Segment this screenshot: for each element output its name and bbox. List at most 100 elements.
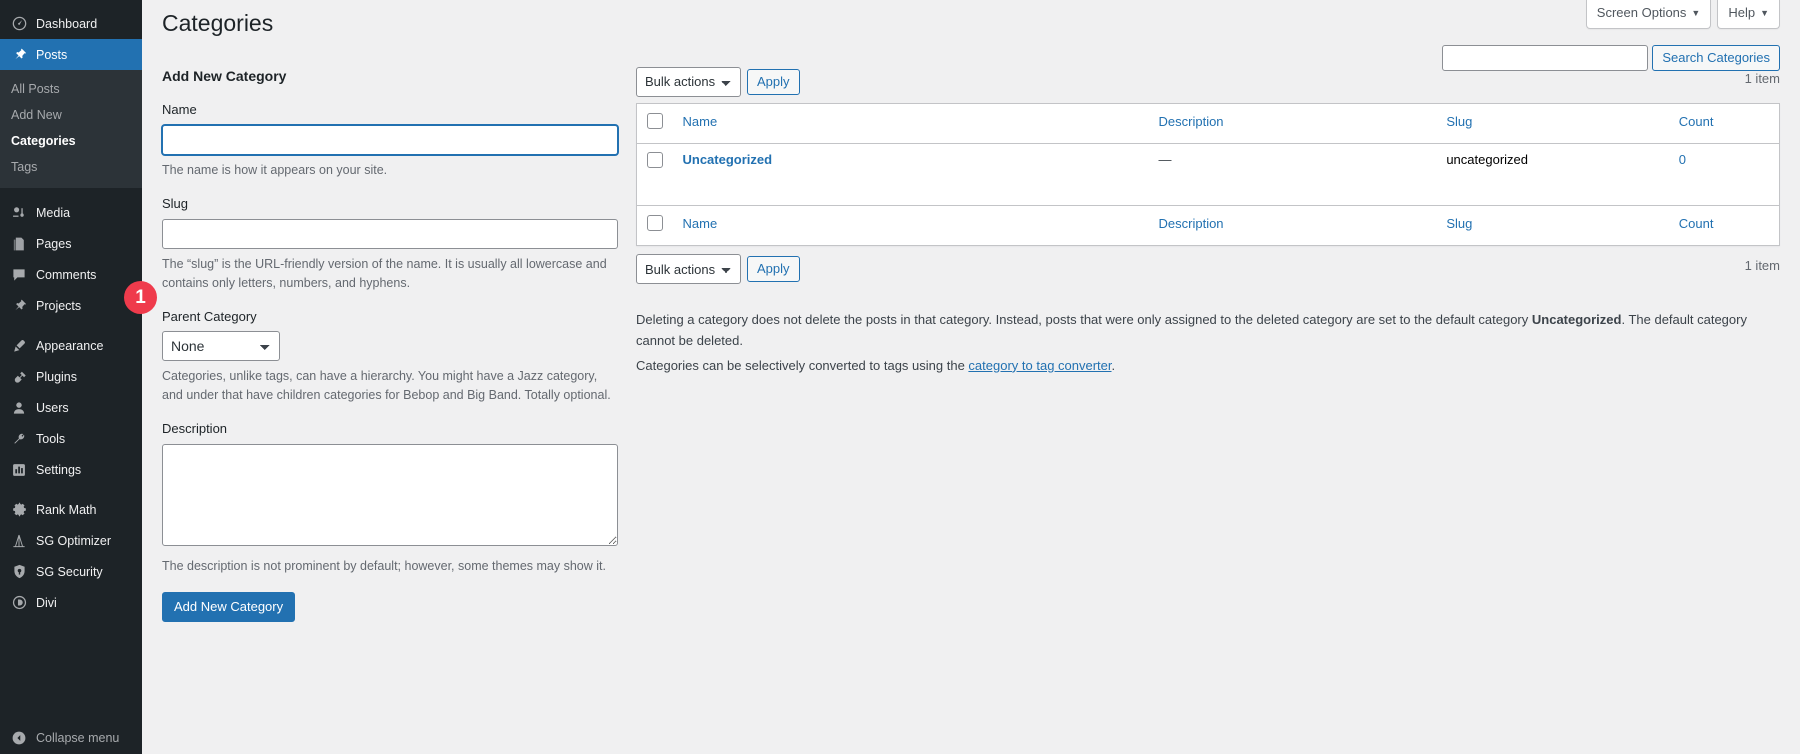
screen-options-button[interactable]: Screen Options▼: [1586, 0, 1712, 29]
row-description-cell: —: [1149, 144, 1437, 206]
sidebar-item-label: Rank Math: [36, 503, 96, 517]
sidebar-item-pages[interactable]: Pages: [0, 228, 142, 259]
admin-sidebar: Dashboard Posts All Posts Add New Catego…: [0, 0, 142, 754]
shield-gear-icon: [9, 562, 29, 582]
category-to-tag-converter-link[interactable]: category to tag converter: [968, 358, 1111, 373]
chevron-down-icon: ▼: [1760, 8, 1769, 18]
column-header-count[interactable]: Count: [1669, 103, 1780, 143]
sidebar-item-sg-security[interactable]: SG Security: [0, 556, 142, 587]
dashboard-icon: [9, 14, 29, 34]
select-all-footer: [637, 206, 673, 246]
sidebar-item-rank-math[interactable]: Rank Math: [0, 494, 142, 525]
sidebar-item-tools[interactable]: Tools: [0, 423, 142, 454]
category-name-link[interactable]: Uncategorized: [683, 152, 773, 167]
description-field-group: Description The description is not promi…: [162, 421, 618, 576]
sidebar-item-comments[interactable]: Comments: [0, 259, 142, 290]
sidebar-item-label: SG Optimizer: [36, 534, 111, 548]
column-header-slug[interactable]: Slug: [1436, 103, 1668, 143]
form-heading: Add New Category: [162, 67, 618, 87]
apply-button-bottom[interactable]: Apply: [747, 256, 800, 282]
sidebar-item-sg-optimizer[interactable]: SG Optimizer: [0, 525, 142, 556]
add-new-category-submit-button[interactable]: Add New Category: [162, 592, 295, 622]
collapse-menu-button[interactable]: Collapse menu: [0, 728, 142, 748]
menu-separator: [0, 188, 142, 197]
sidebar-subitem-all-posts[interactable]: All Posts: [0, 76, 142, 102]
sidebar-item-label: Projects: [36, 299, 81, 313]
slug-input[interactable]: [162, 219, 618, 249]
table-row: Uncategorized — uncategorized 0: [637, 144, 1780, 206]
select-all-checkbox[interactable]: [647, 113, 663, 129]
bulk-actions-select-top[interactable]: Bulk actions: [636, 67, 741, 97]
row-checkbox[interactable]: [647, 152, 663, 168]
apply-button-top[interactable]: Apply: [747, 69, 800, 95]
delete-category-note: Deleting a category does not delete the …: [636, 310, 1780, 352]
help-button[interactable]: Help▼: [1717, 0, 1780, 29]
sidebar-item-appearance[interactable]: Appearance: [0, 330, 142, 361]
delete-note-part1: Deleting a category does not delete the …: [636, 312, 1532, 327]
sidebar-item-posts[interactable]: Posts: [0, 39, 142, 70]
column-header-description[interactable]: Description: [1149, 103, 1437, 143]
select-all-checkbox-footer[interactable]: [647, 215, 663, 231]
table-foot: Name Description Slug Count: [637, 206, 1780, 246]
column-footer-name[interactable]: Name: [673, 206, 1149, 246]
media-icon: [9, 203, 29, 223]
sidebar-item-label: Divi: [36, 596, 57, 610]
sidebar-item-label: Tools: [36, 432, 65, 446]
bulk-actions-select-bottom[interactable]: Bulk actions: [636, 254, 741, 284]
sidebar-item-label: Media: [36, 206, 70, 220]
table-footer-row: Name Description Slug Count: [637, 206, 1780, 246]
user-icon: [9, 398, 29, 418]
sidebar-item-label: Comments: [36, 268, 96, 282]
collapse-menu-label: Collapse menu: [36, 731, 119, 745]
sidebar-item-media[interactable]: Media: [0, 197, 142, 228]
name-help-text: The name is how it appears on your site.: [162, 161, 618, 180]
tablenav-top: Bulk actions Apply 1 item: [636, 67, 1780, 97]
wrench-icon: [9, 429, 29, 449]
sidebar-item-label: SG Security: [36, 565, 103, 579]
sidebar-item-users[interactable]: Users: [0, 392, 142, 423]
column-footer-description[interactable]: Description: [1149, 206, 1437, 246]
column-footer-slug[interactable]: Slug: [1436, 206, 1668, 246]
category-count-link[interactable]: 0: [1679, 152, 1686, 167]
sidebar-item-plugins[interactable]: Plugins: [0, 361, 142, 392]
two-column-layout: Add New Category Name The name is how it…: [162, 67, 1780, 622]
screen-meta-links: Screen Options▼ Help▼: [1586, 0, 1780, 29]
categories-notes: Deleting a category does not delete the …: [636, 310, 1780, 376]
name-input[interactable]: [162, 125, 618, 155]
sidebar-subitem-categories[interactable]: Categories: [0, 128, 142, 154]
sidebar-item-dashboard[interactable]: Dashboard: [0, 8, 142, 39]
slug-help-text: The “slug” is the URL-friendly version o…: [162, 255, 618, 293]
admin-content: Screen Options▼ Help▼ Categories Search …: [142, 0, 1800, 754]
sidebar-subitem-add-new[interactable]: Add New: [0, 102, 142, 128]
table-body: Uncategorized — uncategorized 0: [637, 144, 1780, 206]
page-title: Categories: [162, 0, 1780, 43]
sidebar-item-divi[interactable]: Divi: [0, 587, 142, 618]
brush-icon: [9, 336, 29, 356]
table-header-row: Name Description Slug Count: [637, 103, 1780, 143]
parent-category-select[interactable]: None: [162, 331, 280, 361]
menu-separator: [0, 321, 142, 330]
row-name-cell: Uncategorized: [673, 144, 1149, 206]
wordpress-admin-screen: Dashboard Posts All Posts Add New Catego…: [0, 0, 1800, 754]
comments-icon: [9, 265, 29, 285]
converter-note-part1: Categories can be selectively converted …: [636, 358, 968, 373]
screen-options-label: Screen Options: [1597, 5, 1687, 20]
column-footer-count[interactable]: Count: [1669, 206, 1780, 246]
sidebar-item-label: Posts: [36, 48, 67, 62]
sidebar-item-label: Dashboard: [36, 17, 97, 31]
sidebar-subitem-tags[interactable]: Tags: [0, 154, 142, 180]
sidebar-item-projects[interactable]: Projects: [0, 290, 142, 321]
description-help-text: The description is not prominent by defa…: [162, 557, 618, 576]
item-count-bottom: 1 item: [1745, 258, 1780, 273]
parent-category-help-text: Categories, unlike tags, can have a hier…: [162, 367, 618, 405]
categories-table: Name Description Slug Count Unca: [636, 103, 1780, 246]
pin-icon: [9, 45, 29, 65]
tablenav-bottom: Bulk actions Apply 1 item: [636, 254, 1780, 284]
name-label: Name: [162, 102, 618, 119]
description-textarea[interactable]: [162, 444, 618, 546]
categories-list-panel: Bulk actions Apply 1 item Name: [636, 67, 1780, 622]
sidebar-item-settings[interactable]: Settings: [0, 454, 142, 485]
column-header-name[interactable]: Name: [673, 103, 1149, 143]
step-badge-1: 1: [124, 281, 157, 314]
sidebar-item-label: Plugins: [36, 370, 77, 384]
